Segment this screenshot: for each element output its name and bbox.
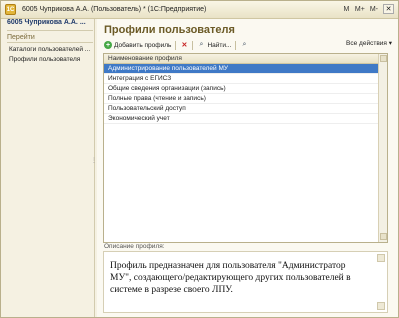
all-actions-menu[interactable]: Все действия ▾ (346, 39, 392, 47)
window-title: 6005 Чуприкова А.А. (Пользователь) * (1С… (22, 6, 207, 13)
memory-button[interactable]: M (343, 6, 350, 13)
toolbar-separator (175, 40, 177, 50)
description-field[interactable]: Профиль предназначен для пользователя "А… (103, 251, 388, 313)
description-label: Описание профиля: (104, 243, 165, 250)
delete-icon: ✕ (181, 42, 188, 49)
sidebar-item-user-catalogs[interactable]: Каталоги пользователей ... (9, 46, 90, 53)
toolbar-separator (192, 40, 194, 50)
scroll-up-icon[interactable] (380, 55, 387, 62)
table-row[interactable]: Пользовательский доступ (104, 104, 379, 114)
delete-button[interactable]: ✕ (180, 41, 188, 49)
table-row[interactable]: Администрирование пользователей МУ (104, 64, 379, 74)
find-label: Найти... (207, 41, 232, 49)
table-scrollbar[interactable] (378, 54, 387, 242)
sidebar-title: 6005 Чуприкова А.А. ... (7, 19, 86, 26)
toolbar-separator (235, 40, 237, 50)
add-profile-button[interactable]: + Добавить профиль (104, 41, 171, 49)
main-content: Профили пользователя + Добавить профиль … (97, 19, 398, 317)
description-scroll-down-icon[interactable] (377, 302, 385, 310)
sidebar-item-user-profiles[interactable]: Профили пользователя (9, 56, 80, 63)
cancel-search-icon: ⌕ (242, 41, 247, 48)
sidebar-section-title: Перейти (7, 34, 35, 41)
description-scroll-up-icon[interactable] (377, 254, 385, 262)
sidebar-divider (7, 30, 93, 31)
memory-plus-button[interactable]: M+ (355, 6, 365, 13)
title-tools: M M+ M- ✕ (343, 4, 394, 14)
memory-minus-button[interactable]: M- (370, 6, 378, 13)
command-bar: + Добавить профиль ✕ ⌕ Найти... ⌕ Все де… (104, 39, 392, 51)
close-button[interactable]: ✕ (383, 4, 394, 14)
find-button[interactable]: ⌕ Найти... (197, 41, 231, 49)
app-logo-icon: 1C (5, 4, 16, 15)
add-profile-label: Добавить профиль (114, 41, 172, 49)
table-row[interactable]: Экономический учет (104, 114, 379, 124)
add-icon: + (104, 41, 112, 49)
scroll-down-icon[interactable] (380, 233, 387, 240)
navigation-panel: 6005 Чуприкова А.А. ... Перейти Каталоги… (1, 19, 97, 317)
table-row[interactable]: Интеграция с ЕГИСЗ (104, 74, 379, 84)
profiles-table: Наименование профиля Администрирование п… (103, 53, 388, 243)
page-title: Профили пользователя (104, 24, 235, 36)
title-bar: 1C 6005 Чуприкова А.А. (Пользователь) * … (1, 1, 398, 19)
cancel-search-button[interactable]: ⌕ (240, 41, 248, 49)
column-header-profile-name[interactable]: Наименование профиля (104, 54, 379, 64)
description-text: Профиль предназначен для пользователя "А… (110, 261, 351, 295)
table-row[interactable]: Полные права (чтение и запись) (104, 94, 379, 104)
search-icon: ⌕ (199, 41, 204, 48)
app-window: 1C 6005 Чуприкова А.А. (Пользователь) * … (0, 0, 399, 318)
table-row[interactable]: Общие сведения организации (запись) (104, 84, 379, 94)
sidebar-divider (7, 42, 93, 43)
close-icon: ✕ (385, 6, 392, 13)
